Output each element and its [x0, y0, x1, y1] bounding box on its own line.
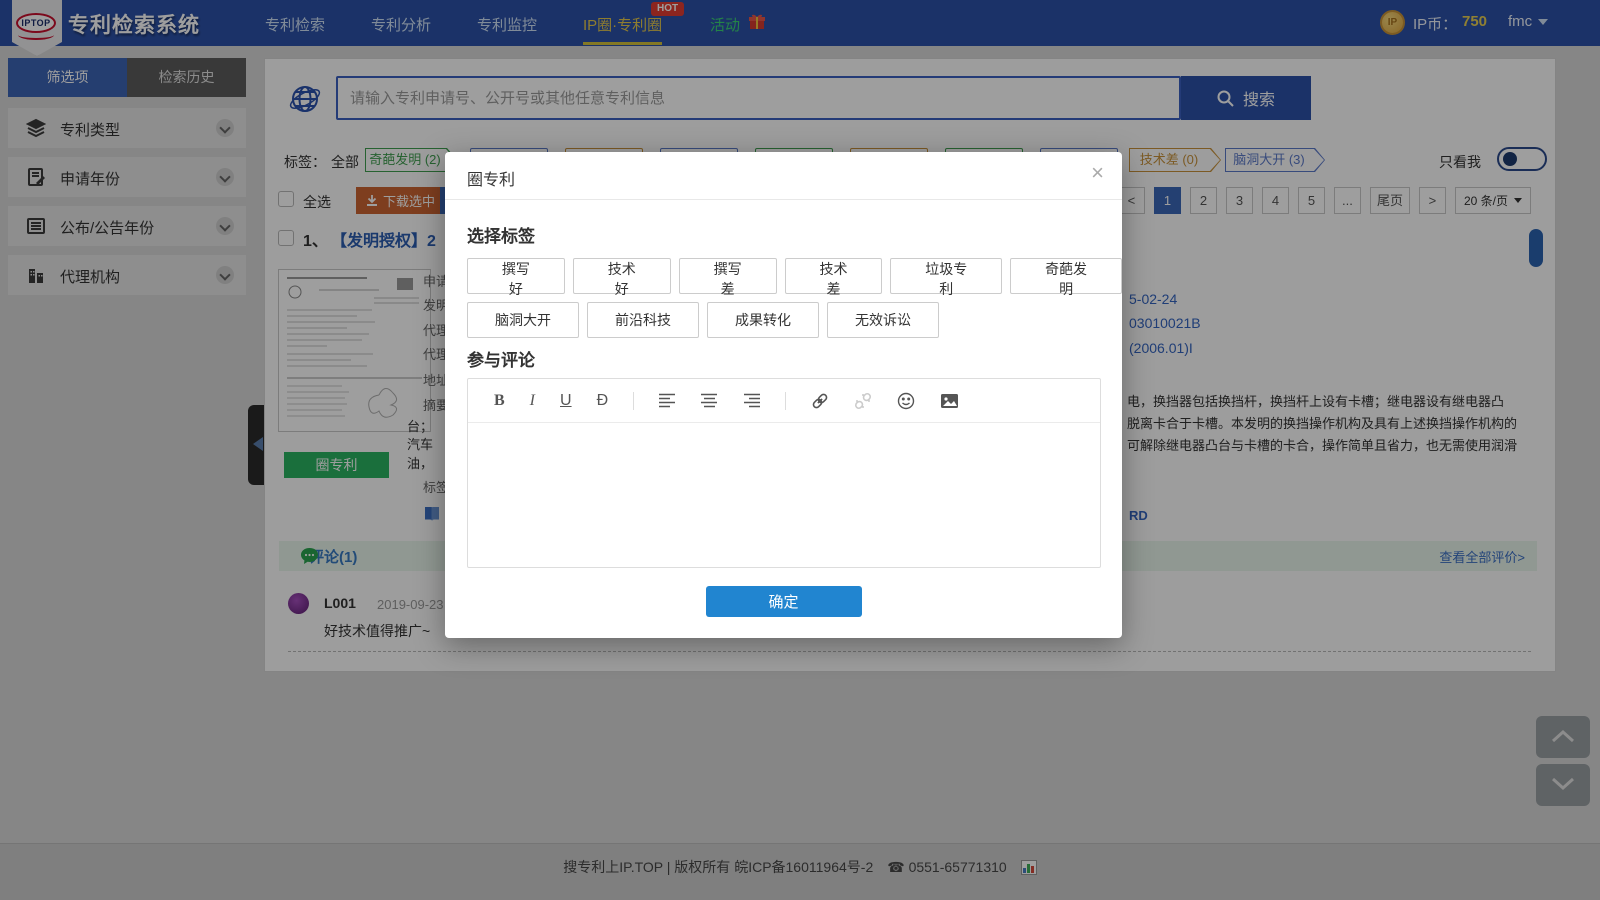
modal-tag-row-1: 撰写好 技术好 撰写差 技术差 垃圾专利 奇葩发明 — [467, 258, 1122, 294]
italic-button[interactable]: I — [530, 392, 535, 410]
tag-option-naodongdakai[interactable]: 脑洞大开 — [467, 302, 579, 338]
strikethrough-button[interactable]: Đ — [597, 392, 609, 410]
tag-option-qipafaming[interactable]: 奇葩发明 — [1010, 258, 1122, 294]
tag-option-jishucha[interactable]: 技术差 — [785, 258, 883, 294]
comment-heading: 参与评论 — [467, 346, 535, 371]
emoji-button[interactable] — [897, 392, 915, 410]
tag-option-lajizhuanli[interactable]: 垃圾专利 — [890, 258, 1002, 294]
editor-toolbar: B I U Đ — [468, 379, 1100, 423]
modal-header: 圈专利 × — [445, 152, 1122, 200]
modal-title: 圈专利 — [467, 166, 515, 190]
comment-editor: B I U Đ — [467, 378, 1101, 568]
link-button[interactable] — [811, 392, 829, 410]
close-icon[interactable]: × — [1091, 162, 1104, 184]
align-center-button[interactable] — [701, 393, 718, 408]
align-right-button[interactable] — [743, 393, 760, 408]
image-button[interactable] — [940, 393, 959, 409]
tag-option-zhuanxiehao[interactable]: 撰写好 — [467, 258, 565, 294]
align-left-button[interactable] — [659, 393, 676, 408]
toolbar-separator — [633, 392, 634, 410]
comment-input-area[interactable] — [468, 423, 1100, 568]
unlink-button[interactable] — [854, 392, 872, 410]
underline-button[interactable]: U — [560, 392, 572, 410]
tag-option-zhuanxiecha[interactable]: 撰写差 — [679, 258, 777, 294]
tag-option-wuxiaosusong[interactable]: 无效诉讼 — [827, 302, 939, 338]
tag-option-jishuhao[interactable]: 技术好 — [573, 258, 671, 294]
modal-tag-row-2: 脑洞大开 前沿科技 成果转化 无效诉讼 — [467, 302, 939, 338]
select-tags-heading: 选择标签 — [467, 222, 535, 247]
tag-option-qianyankeji[interactable]: 前沿科技 — [587, 302, 699, 338]
tag-option-chengguozhuanhua[interactable]: 成果转化 — [707, 302, 819, 338]
circle-patent-modal: 圈专利 × 选择标签 撰写好 技术好 撰写差 技术差 垃圾专利 奇葩发明 脑洞大… — [445, 152, 1122, 638]
confirm-button[interactable]: 确定 — [706, 586, 862, 617]
bold-button[interactable]: B — [494, 392, 505, 410]
toolbar-separator — [785, 392, 786, 410]
